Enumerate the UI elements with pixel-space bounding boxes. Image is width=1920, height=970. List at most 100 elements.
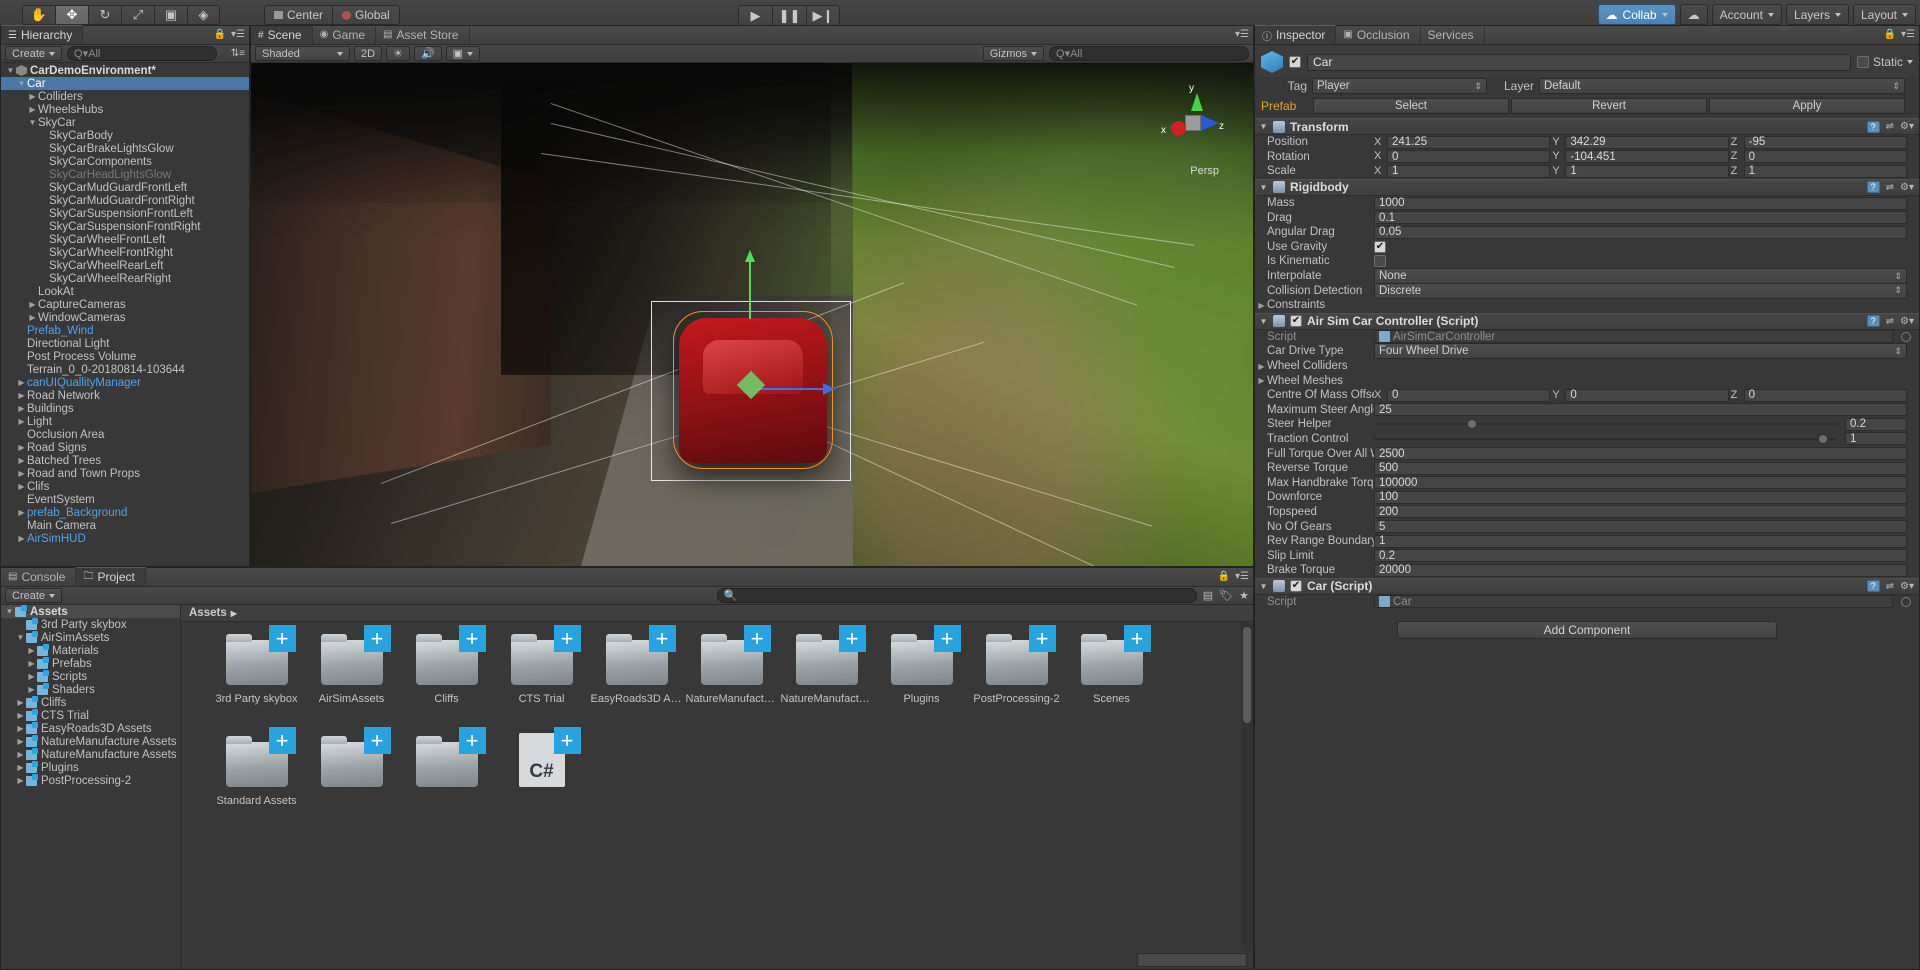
scene-orientation-gizmo[interactable]: y x z bbox=[1155, 85, 1231, 161]
hierarchy-item[interactable]: ▶SkyCarSuspensionFrontRight bbox=[1, 220, 249, 233]
slider-track[interactable] bbox=[1374, 423, 1837, 425]
layer-dropdown[interactable]: Default bbox=[1539, 78, 1905, 94]
gear-icon[interactable]: ⚙▾ bbox=[1900, 121, 1914, 132]
lock-icon[interactable]: 🔒 bbox=[1884, 29, 1896, 40]
shading-mode-dropdown[interactable]: Shaded bbox=[255, 46, 350, 61]
tab-scene[interactable]: # Scene bbox=[251, 25, 313, 44]
value-x-input[interactable]: 241.25 bbox=[1387, 136, 1550, 149]
hierarchy-item[interactable]: ▶Prefab_Wind bbox=[1, 324, 249, 337]
property-input[interactable]: 200 bbox=[1374, 505, 1907, 518]
project-scrollbar[interactable] bbox=[1241, 623, 1253, 951]
panel-menu-icon[interactable]: ▾☰ bbox=[1901, 29, 1915, 40]
pause-button[interactable]: ❚❚ bbox=[772, 5, 806, 26]
tab-asset-store[interactable]: ▤ Asset Store bbox=[376, 25, 469, 44]
asset-item[interactable]: +Scenes bbox=[1064, 637, 1159, 739]
hierarchy-item[interactable]: ▼Car bbox=[1, 77, 249, 90]
project-tree-item[interactable]: ▼AirSimAssets bbox=[1, 631, 180, 644]
scale-tool-button[interactable]: ⤢ bbox=[121, 5, 154, 25]
chevron-down-icon[interactable]: ▼ bbox=[16, 79, 27, 88]
project-tree-item[interactable]: ▶Plugins bbox=[1, 761, 180, 774]
tab-console[interactable]: ▤ Console bbox=[1, 567, 76, 586]
object-reference-field[interactable]: Car bbox=[1374, 595, 1893, 608]
object-picker-icon[interactable] bbox=[1901, 597, 1911, 607]
slider-value-input[interactable]: 1 bbox=[1845, 432, 1907, 445]
hierarchy-item[interactable]: ▶SkyCarWheelRearRight bbox=[1, 272, 249, 285]
chevron-down-icon[interactable]: ▼ bbox=[1259, 183, 1268, 192]
cloud-button[interactable]: ☁ bbox=[1680, 4, 1708, 25]
asset-item[interactable]: +Plugins bbox=[874, 637, 969, 739]
value-y-input[interactable]: -104.451 bbox=[1565, 150, 1728, 163]
hierarchy-sort-icon[interactable]: ⇅≡ bbox=[231, 48, 245, 59]
gizmos-dropdown[interactable]: Gizmos bbox=[983, 46, 1044, 61]
chevron-right-icon[interactable]: ▶ bbox=[15, 698, 26, 707]
tab-game[interactable]: ◉ Game bbox=[313, 25, 376, 44]
project-tree-item[interactable]: ▶PostProcessing-2 bbox=[1, 774, 180, 787]
hierarchy-item[interactable]: ▶SkyCarSuspensionFrontLeft bbox=[1, 207, 249, 220]
asset-item[interactable]: + bbox=[399, 739, 494, 841]
hierarchy-item[interactable]: ▶Directional Light bbox=[1, 337, 249, 350]
chevron-right-icon[interactable]: ▶ bbox=[15, 776, 26, 785]
chevron-right-icon[interactable]: ▶ bbox=[16, 456, 27, 465]
help-icon[interactable]: ? bbox=[1867, 315, 1880, 327]
chevron-down-icon[interactable]: ▼ bbox=[27, 118, 38, 127]
layers-button[interactable]: Layers bbox=[1786, 4, 1849, 25]
property-dropdown[interactable]: Four Wheel Drive bbox=[1374, 343, 1907, 359]
hierarchy-item[interactable]: ▶SkyCarWheelFrontRight bbox=[1, 246, 249, 259]
hierarchy-item[interactable]: ▶SkyCarMudGuardFrontRight bbox=[1, 194, 249, 207]
scene-audio-button[interactable]: 🔊 bbox=[414, 46, 442, 61]
project-tree-item[interactable]: ▶NatureManufacture Assets F bbox=[1, 748, 180, 761]
object-picker-icon[interactable] bbox=[1901, 332, 1911, 342]
chevron-right-icon[interactable]: ▶ bbox=[1256, 301, 1267, 310]
preset-icon[interactable]: ⇌ bbox=[1886, 316, 1894, 327]
preset-icon[interactable]: ⇌ bbox=[1886, 581, 1894, 592]
property-input[interactable]: 25 bbox=[1374, 403, 1907, 416]
scene-fx-button[interactable]: ▣ bbox=[446, 46, 480, 61]
breadcrumb[interactable]: Assets ▶ bbox=[181, 605, 1253, 622]
filter-by-type-icon[interactable]: ▤ bbox=[1203, 589, 1213, 602]
chevron-right-icon[interactable]: ▶ bbox=[26, 685, 37, 694]
property-input[interactable]: 0.1 bbox=[1374, 211, 1907, 224]
transform-tool-button[interactable]: ◈ bbox=[187, 5, 220, 25]
value-z-input[interactable]: 1 bbox=[1744, 165, 1907, 178]
hierarchy-item[interactable]: ▶SkyCarHeadLightsGlow bbox=[1, 168, 249, 181]
project-tree-item[interactable]: ▼Assets bbox=[1, 605, 180, 618]
property-slider[interactable]: 1 bbox=[1374, 432, 1907, 445]
chevron-right-icon[interactable]: ▶ bbox=[16, 404, 27, 413]
project-tree-item[interactable]: ▶Shaders bbox=[1, 683, 180, 696]
play-button[interactable]: ▶ bbox=[738, 5, 772, 26]
step-button[interactable]: ▶❙ bbox=[806, 5, 840, 26]
vector3-field[interactable]: X0Y0Z0 bbox=[1374, 389, 1907, 402]
hierarchy-item[interactable]: ▶EventSystem bbox=[1, 493, 249, 506]
chevron-right-icon[interactable]: ▶ bbox=[16, 378, 27, 387]
project-tree-item[interactable]: ▶NatureManufacture Assets - bbox=[1, 735, 180, 748]
asset-item[interactable]: +Cliffs bbox=[399, 637, 494, 739]
property-input[interactable]: 0.2 bbox=[1374, 549, 1907, 562]
slider-knob[interactable] bbox=[1467, 419, 1477, 429]
hierarchy-item[interactable]: ▶Main Camera bbox=[1, 519, 249, 532]
value-y-input[interactable]: 342.29 bbox=[1565, 136, 1728, 149]
tab-services[interactable]: Services bbox=[1421, 25, 1485, 44]
hierarchy-item[interactable]: ▶WindowCameras bbox=[1, 311, 249, 324]
hierarchy-item[interactable]: ▶Batched Trees bbox=[1, 454, 249, 467]
property-input[interactable]: 500 bbox=[1374, 462, 1907, 475]
property-checkbox[interactable]: ✔ bbox=[1374, 241, 1386, 253]
hand-tool-button[interactable]: ✋ bbox=[22, 5, 55, 25]
component-enabled-checkbox[interactable]: ✔ bbox=[1290, 580, 1302, 592]
property-input[interactable]: 1000 bbox=[1374, 197, 1907, 210]
property-input[interactable]: 0.05 bbox=[1374, 226, 1907, 239]
property-input[interactable]: 2500 bbox=[1374, 447, 1907, 460]
chevron-right-icon[interactable]: ▶ bbox=[15, 711, 26, 720]
chevron-down-icon[interactable]: ▼ bbox=[15, 633, 26, 642]
2d-toggle-button[interactable]: 2D bbox=[354, 46, 382, 61]
chevron-down-icon[interactable]: ▼ bbox=[1259, 582, 1268, 591]
asset-item[interactable]: +AirSimAssets bbox=[304, 637, 399, 739]
chevron-down-icon[interactable]: ▼ bbox=[4, 607, 15, 616]
scene-search-input[interactable]: Q▾All bbox=[1049, 46, 1249, 61]
property-slider[interactable]: 0.2 bbox=[1374, 418, 1907, 431]
asset-item[interactable]: +3rd Party skybox bbox=[209, 637, 304, 739]
property-checkbox[interactable] bbox=[1374, 255, 1386, 267]
chevron-right-icon[interactable]: ▶ bbox=[27, 313, 38, 322]
hierarchy-item[interactable]: ▶Light bbox=[1, 415, 249, 428]
asset-item[interactable]: +NatureManufactur... bbox=[684, 637, 779, 739]
chevron-right-icon[interactable]: ▶ bbox=[16, 482, 27, 491]
